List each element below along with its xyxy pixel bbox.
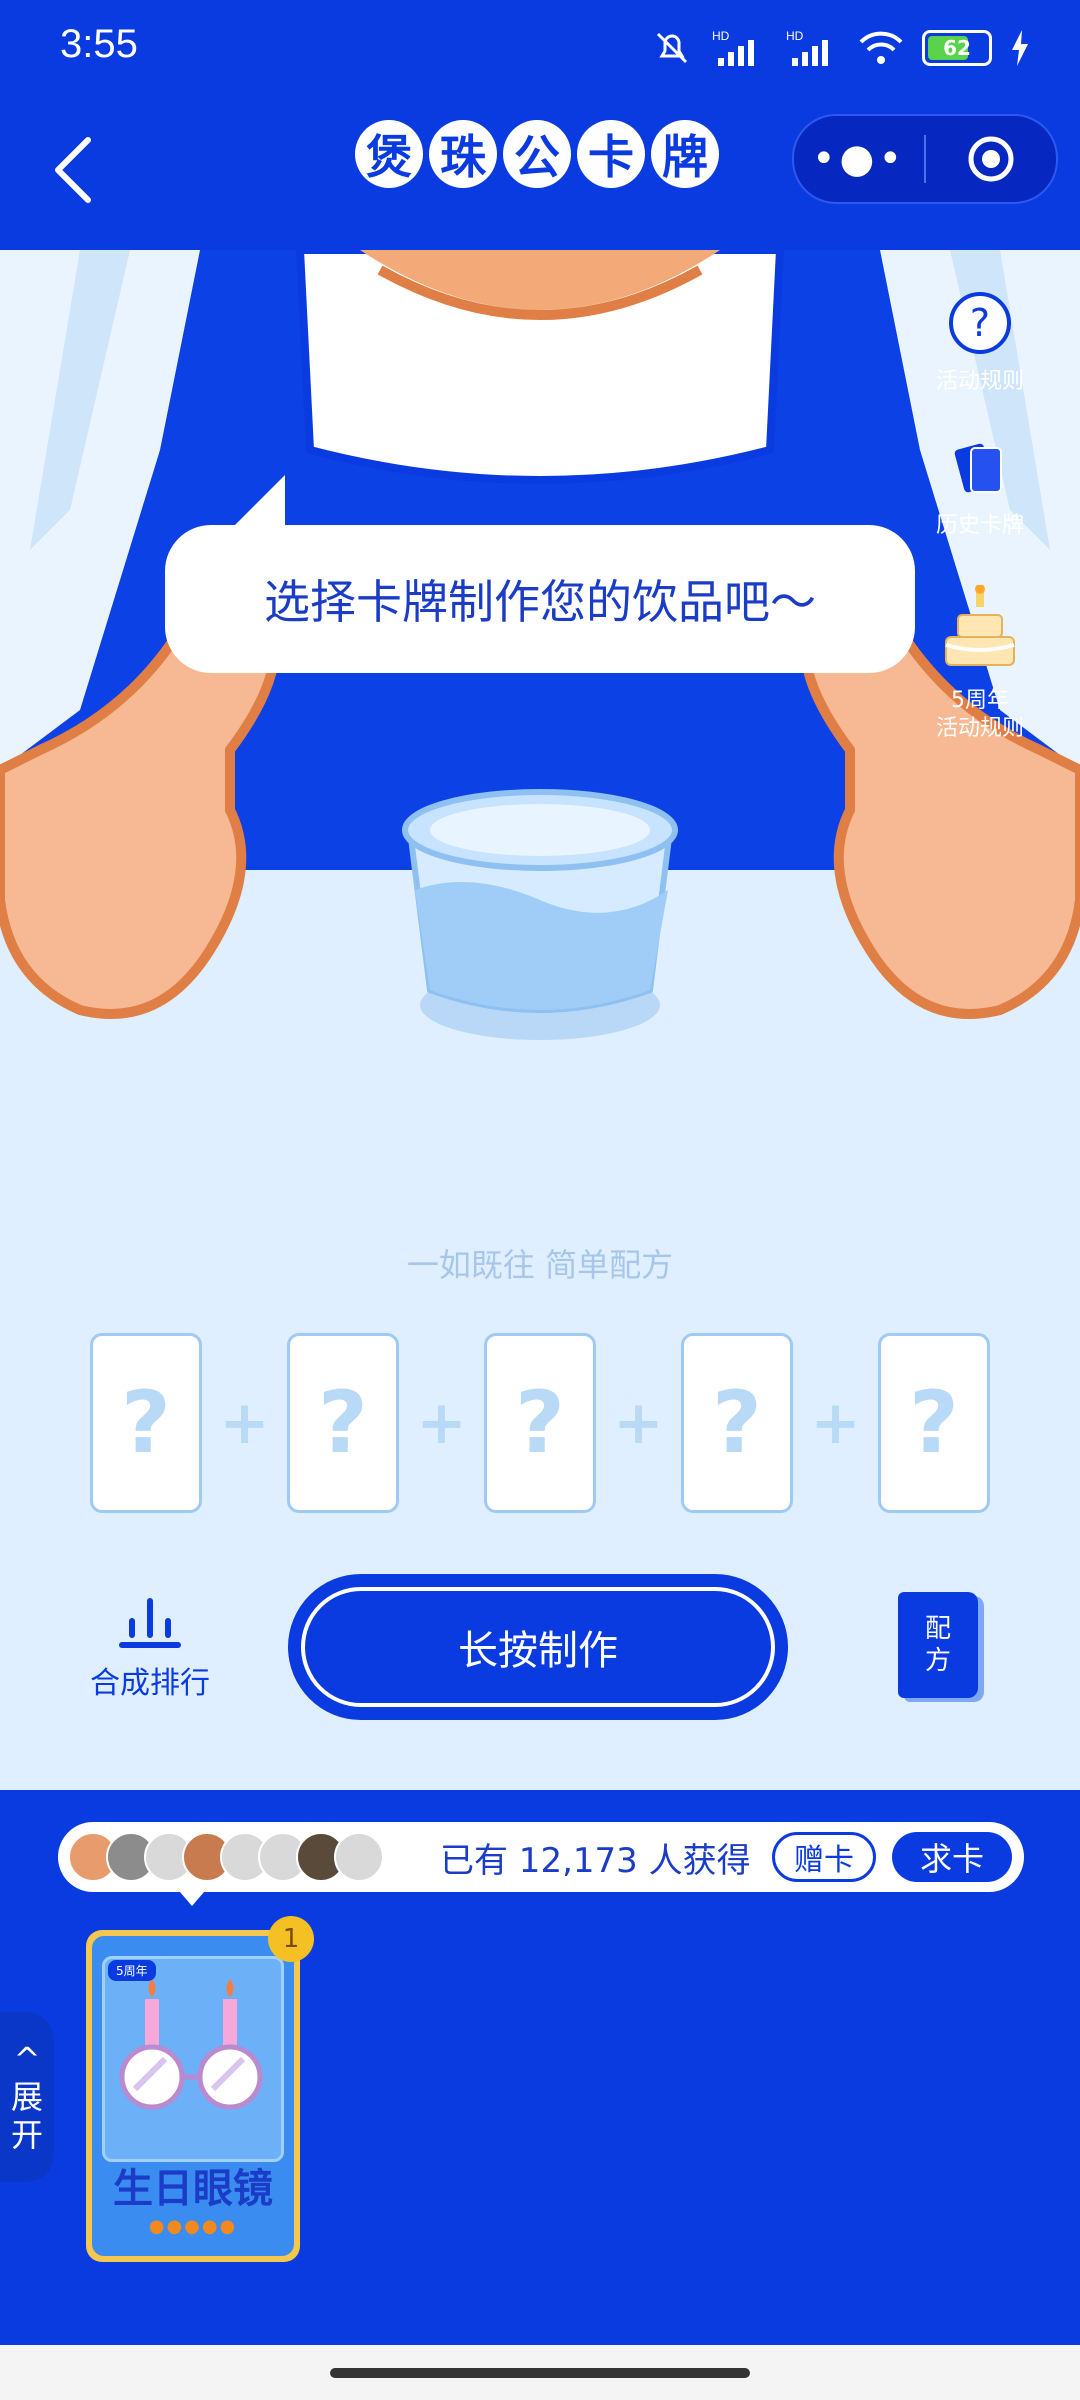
ranking-label: 合成排行 (90, 1666, 210, 1701)
anniversary-rules-button[interactable]: 5周年 活动规则 (920, 584, 1040, 743)
card-slots: ? + ? + ? + ? + ? (90, 1330, 990, 1515)
signal-icon-2: HD (786, 29, 828, 66)
slogan: 一如既往 简单配方 (406, 1246, 674, 1284)
card-face: 5周年 生日眼镜 ●●●●● (92, 1936, 294, 2256)
back-arrow-icon[interactable] (48, 130, 108, 210)
status-icons: HD HD 62 (652, 28, 1030, 68)
card-name: 生日眼镜 (113, 2165, 273, 2212)
card-picture (102, 1956, 284, 2162)
recipe-book-button[interactable]: 配 方 (898, 1592, 978, 1698)
question-circle-icon: ? (949, 292, 1011, 354)
card-slot-1[interactable]: ? (90, 1332, 202, 1513)
avatar-group (68, 1832, 384, 1882)
page-title: 煲 珠 公 卡 牌 (355, 120, 719, 188)
history-cards-button[interactable]: 历史卡牌 (920, 440, 1040, 540)
collected-card[interactable]: 5周年 生日眼镜 ●●●●● (86, 1930, 300, 2262)
title-char: 卡 (577, 120, 645, 188)
status-bar: 3:55 HD HD 62 (0, 0, 1080, 100)
title-char: 牌 (651, 120, 719, 188)
svg-text:HD: HD (786, 29, 804, 43)
card-slot-2[interactable]: ? (287, 1332, 399, 1513)
owners-bar: 已有 12,173 人获得 赠卡 求卡 (58, 1822, 1024, 1892)
miniprogram-capsule: •●• (792, 114, 1058, 204)
svg-text:?: ? (970, 301, 990, 345)
speech-bubble: 选择卡牌制作您的饮品吧～ (165, 525, 915, 673)
activity-rules-button[interactable]: ? 活动规则 (920, 290, 1040, 396)
expand-tab[interactable]: ^ 展 开 (0, 2012, 54, 2182)
cards-stack-icon (954, 443, 1002, 493)
title-char: 煲 (355, 120, 423, 188)
card-slot-3[interactable]: ? (484, 1332, 596, 1513)
request-card-button[interactable]: 求卡 (892, 1832, 1012, 1882)
wifi-icon (859, 31, 903, 64)
ranking-button[interactable]: 合成排行 (85, 1590, 215, 1702)
more-options-icon[interactable]: •●• (794, 136, 924, 182)
plus-icon: + (613, 1387, 664, 1458)
avatar (334, 1832, 384, 1882)
mute-bell-icon (656, 32, 688, 64)
activity-rules-label: 活动规则 (935, 369, 1024, 394)
chevron-up-icon: ^ (13, 2040, 41, 2078)
ranking-bars-icon (119, 1598, 181, 1648)
owners-count: 已有 12,173 人获得 (440, 1840, 751, 1881)
card-rarity: ●●●●● (148, 2216, 238, 2237)
anniversary-label-1: 5周年 (951, 688, 1009, 713)
plus-icon: + (219, 1387, 270, 1458)
make-button-label: 长按制作 (301, 1587, 775, 1707)
battery-indicator: 62 (922, 30, 992, 66)
home-indicator[interactable] (330, 2368, 750, 2378)
gift-card-button[interactable]: 赠卡 (772, 1832, 876, 1882)
expand-label-2: 开 (10, 2116, 43, 2154)
signal-icon: HD (712, 29, 754, 66)
card-slot-5[interactable]: ? (878, 1332, 990, 1513)
charging-icon (1012, 30, 1028, 66)
recipe-label-2: 方 (924, 1646, 951, 1676)
title-char: 珠 (429, 120, 497, 188)
expand-label-1: 展 (10, 2078, 43, 2116)
recipe-label-1: 配 (924, 1614, 951, 1644)
close-miniprogram-button[interactable] (926, 134, 1056, 184)
svg-text:HD: HD (712, 29, 730, 43)
target-circle-icon (968, 136, 1014, 182)
plus-icon: + (416, 1387, 467, 1458)
long-press-make-button[interactable]: 长按制作 (292, 1578, 784, 1716)
anniversary-label-2: 活动规则 (935, 716, 1024, 741)
card-slot-4[interactable]: ? (681, 1332, 793, 1513)
birthday-glasses-icon (119, 1979, 263, 2110)
birthday-cake-icon (945, 584, 1015, 666)
title-char: 公 (503, 120, 571, 188)
anniversary-tag: 5周年 (108, 1960, 156, 1981)
nav-header: 煲 珠 公 卡 牌 •●• (0, 100, 1080, 250)
bar-pointer (180, 1892, 204, 1906)
history-cards-label: 历史卡牌 (935, 513, 1024, 538)
card-count-badge: 1 (268, 1916, 314, 1962)
plus-icon: + (810, 1387, 861, 1458)
status-time: 3:55 (60, 22, 138, 66)
